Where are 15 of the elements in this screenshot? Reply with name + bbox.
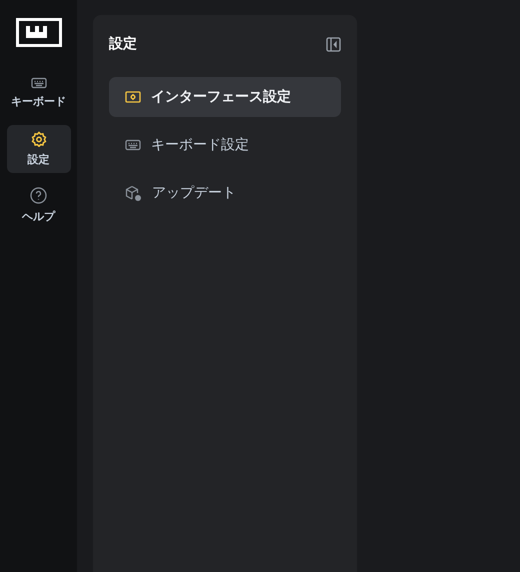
rail-nav-item[interactable]: 設定 [6,125,70,173]
monitor-gear-icon [125,91,141,103]
rail-nav-item[interactable]: キーボード [6,69,70,117]
app-logo[interactable] [16,18,62,47]
keyboard-icon [125,139,141,151]
collapse-sidebar-icon[interactable] [326,36,341,52]
rail-nav-item[interactable]: ヘルプ [6,181,70,229]
package-icon [125,184,142,202]
panel-title: 設定 [109,35,137,53]
settings-nav-item[interactable]: インターフェース設定 [109,77,341,117]
keyboard-icon [30,77,46,89]
settings-nav-item[interactable]: キーボード設定 [109,125,341,165]
gear-icon [30,131,46,147]
settings-nav-item[interactable]: アップデート [109,173,341,213]
help-icon [30,186,47,204]
